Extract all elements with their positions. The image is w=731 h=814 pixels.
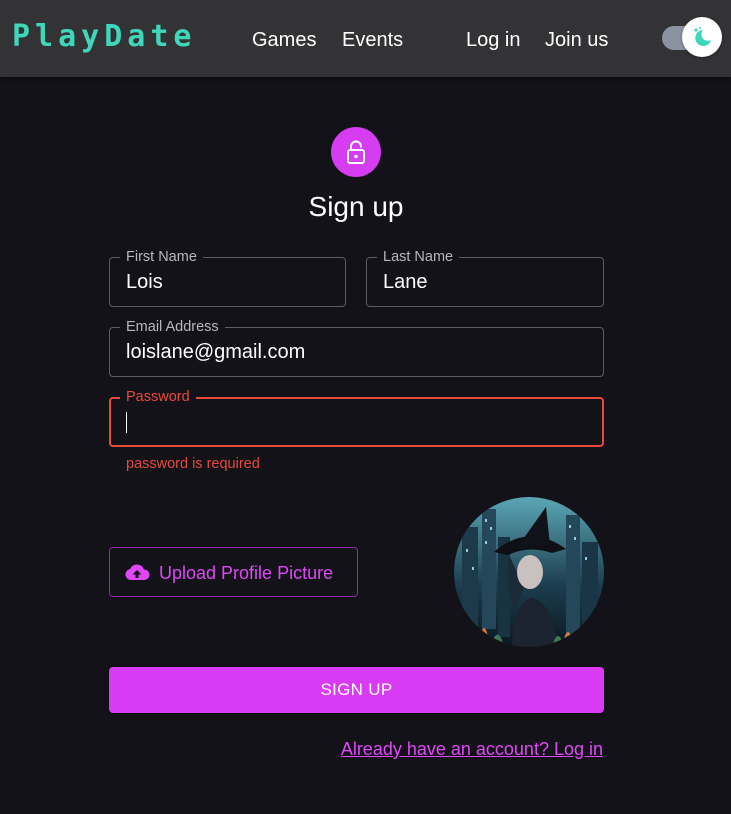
theme-toggle-thumb[interactable] bbox=[682, 17, 722, 57]
email-input[interactable]: loislane@gmail.com bbox=[126, 340, 305, 364]
first-name-input[interactable]: Lois bbox=[126, 270, 163, 294]
first-name-field[interactable]: First Name Lois bbox=[109, 248, 346, 307]
upload-profile-picture-button[interactable]: Upload Profile Picture bbox=[109, 547, 358, 597]
password-field[interactable]: Password bbox=[109, 388, 604, 447]
first-name-label: First Name bbox=[120, 248, 203, 266]
email-field[interactable]: Email Address loislane@gmail.com bbox=[109, 318, 604, 377]
profile-image bbox=[454, 497, 604, 647]
last-name-input[interactable]: Lane bbox=[383, 270, 428, 294]
page-title: Sign up bbox=[308, 191, 404, 222]
cloud-upload-icon bbox=[125, 564, 150, 580]
sign-up-button[interactable]: SIGN UP bbox=[109, 667, 604, 713]
nav-events-link[interactable]: Events bbox=[342, 27, 403, 53]
nav-games-link[interactable]: Games bbox=[252, 27, 316, 53]
lock-avatar bbox=[331, 127, 381, 177]
profile-picture-preview bbox=[454, 497, 604, 647]
navbar: PlayDate Games Events Log in Join us bbox=[0, 0, 731, 77]
moon-stars-icon bbox=[693, 27, 711, 46]
nav-login-link[interactable]: Log in bbox=[466, 27, 521, 53]
logo[interactable]: PlayDate bbox=[12, 19, 197, 55]
upload-button-label: Upload Profile Picture bbox=[159, 563, 334, 583]
login-link[interactable]: Already have an account? Log in bbox=[341, 738, 603, 760]
sign-up-button-label: SIGN UP bbox=[320, 680, 393, 699]
last-name-label: Last Name bbox=[377, 248, 460, 266]
password-error-text: password is required bbox=[126, 456, 260, 472]
text-cursor bbox=[126, 412, 127, 433]
theme-toggle[interactable] bbox=[662, 17, 722, 57]
last-name-field[interactable]: Last Name Lane bbox=[366, 248, 604, 307]
lock-icon bbox=[347, 140, 365, 164]
password-label: Password bbox=[120, 388, 196, 406]
nav-join-link[interactable]: Join us bbox=[545, 27, 608, 53]
email-label: Email Address bbox=[120, 318, 225, 336]
